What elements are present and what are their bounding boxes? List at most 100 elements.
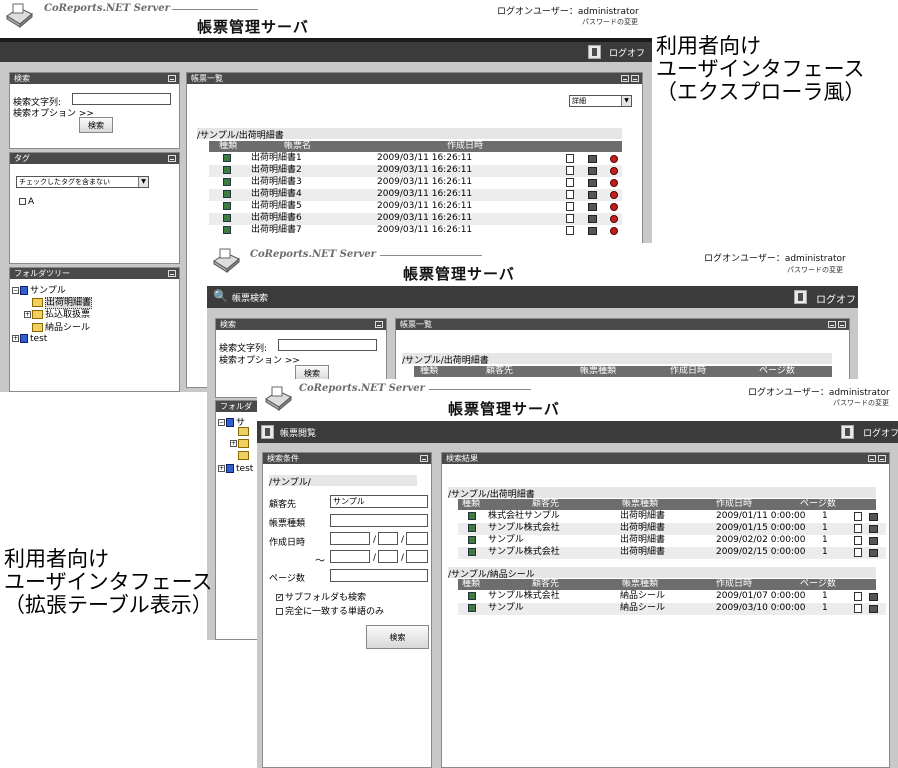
form-name[interactable]: 出荷明細書7 — [251, 225, 302, 236]
form-name[interactable]: 出荷明細書5 — [251, 201, 302, 212]
minimize-icon[interactable] — [168, 270, 176, 277]
tree-folder[interactable] — [238, 427, 251, 437]
view-icon[interactable] — [566, 178, 574, 187]
delete-icon[interactable] — [610, 203, 618, 211]
tree-item-test[interactable]: + test — [12, 334, 47, 344]
table-row[interactable]: サンプル 納品シール 2009/03/10 0:00:00 1 — [458, 603, 886, 615]
exact-match-checkbox[interactable]: 完全に一致する単語のみ — [276, 604, 384, 617]
tag-checkbox-a[interactable]: A — [19, 197, 34, 207]
delete-icon[interactable] — [610, 227, 618, 235]
table-row[interactable]: 出荷明細書6 2009/03/11 16:26:11 — [209, 213, 622, 225]
table-row[interactable]: 出荷明細書4 2009/03/11 16:26:11 — [209, 189, 622, 201]
view-icon[interactable] — [566, 154, 574, 163]
form-type-input[interactable] — [330, 514, 428, 527]
print-icon[interactable] — [588, 155, 597, 163]
table-row[interactable]: 出荷明細書3 2009/03/11 16:26:11 — [209, 177, 622, 189]
form-name[interactable]: 出荷明細書4 — [251, 189, 302, 200]
close-icon[interactable] — [838, 321, 846, 328]
print-icon[interactable] — [588, 215, 597, 223]
view-icon[interactable] — [566, 190, 574, 199]
customer-cell[interactable]: サンプル — [488, 535, 524, 546]
view-icon[interactable] — [566, 166, 574, 175]
password-change-link[interactable]: パスワードの変更 — [787, 265, 843, 275]
subfolder-checkbox[interactable]: ✓ サブフォルダも検索 — [276, 590, 366, 603]
table-row[interactable]: サンプル 出荷明細書 2009/02/02 0:00:00 1 — [458, 535, 886, 547]
tree-folder[interactable]: + — [230, 439, 251, 449]
tree-item-seal[interactable]: 納品シール — [32, 320, 90, 333]
customer-cell[interactable]: サンプル株式会社 — [488, 523, 560, 534]
customer-cell[interactable]: 株式会社サンプル — [488, 511, 560, 522]
collapse-icon[interactable]: − — [12, 287, 19, 294]
table-row[interactable]: サンプル株式会社 納品シール 2009/01/07 0:00:00 1 — [458, 591, 886, 603]
search-options-link[interactable]: 検索オプション >> — [219, 353, 300, 366]
print-icon[interactable] — [869, 605, 878, 613]
form-name[interactable]: 出荷明細書1 — [251, 153, 302, 164]
view-icon[interactable] — [854, 548, 862, 557]
customer-cell[interactable]: サンプル — [488, 603, 524, 614]
delete-icon[interactable] — [610, 179, 618, 187]
date-to-year[interactable] — [330, 550, 370, 563]
password-change-link[interactable]: パスワードの変更 — [833, 398, 889, 408]
print-icon[interactable] — [588, 203, 597, 211]
table-row[interactable]: 出荷明細書2 2009/03/11 16:26:11 — [209, 165, 622, 177]
tag-filter-select[interactable]: チェックしたタグを含まない ▼ — [16, 176, 149, 188]
collapse-icon[interactable]: − — [218, 419, 225, 426]
table-row[interactable]: 出荷明細書1 2009/03/11 16:26:11 — [209, 153, 622, 165]
customer-cell[interactable]: サンプル株式会社 — [488, 547, 560, 558]
print-icon[interactable] — [588, 179, 597, 187]
date-to-day[interactable] — [406, 550, 428, 563]
search-button[interactable]: 検索 — [79, 117, 113, 133]
logoff-link[interactable]: ログオフ — [816, 291, 856, 306]
minimize-icon[interactable] — [375, 321, 383, 328]
delete-icon[interactable] — [610, 167, 618, 175]
print-icon[interactable] — [869, 593, 878, 601]
customer-input[interactable]: サンプル — [330, 495, 428, 508]
logoff-icon[interactable] — [841, 425, 854, 439]
close-icon[interactable] — [631, 75, 639, 82]
view-icon[interactable] — [566, 214, 574, 223]
search-button[interactable]: 検索 — [366, 625, 429, 649]
customer-cell[interactable]: サンプル株式会社 — [488, 591, 560, 602]
pages-input[interactable] — [330, 569, 428, 582]
view-icon[interactable] — [566, 202, 574, 211]
minimize-icon[interactable] — [168, 75, 176, 82]
minimize-icon[interactable] — [420, 455, 428, 462]
restore-icon[interactable] — [868, 455, 876, 462]
table-row[interactable]: 株式会社サンプル 出荷明細書 2009/01/11 0:00:00 1 — [458, 511, 886, 523]
delete-icon[interactable] — [610, 215, 618, 223]
logoff-link[interactable]: ログオフ — [609, 46, 645, 59]
date-to-month[interactable] — [378, 550, 398, 563]
print-icon[interactable] — [588, 191, 597, 199]
view-icon[interactable] — [854, 592, 862, 601]
view-select[interactable]: 詳細 ▼ — [569, 95, 632, 107]
logoff-icon[interactable] — [588, 45, 601, 59]
date-from-day[interactable] — [406, 532, 428, 545]
date-from-year[interactable] — [330, 532, 370, 545]
print-icon[interactable] — [869, 525, 878, 533]
close-icon[interactable] — [878, 455, 886, 462]
restore-icon[interactable] — [621, 75, 629, 82]
view-icon[interactable] — [854, 536, 862, 545]
print-icon[interactable] — [869, 549, 878, 557]
view-icon[interactable] — [854, 512, 862, 521]
expand-icon[interactable]: + — [218, 465, 225, 472]
print-icon[interactable] — [869, 513, 878, 521]
logoff-link[interactable]: ログオフ — [863, 426, 898, 439]
tree-folder[interactable] — [238, 451, 251, 461]
print-icon[interactable] — [588, 227, 597, 235]
delete-icon[interactable] — [610, 191, 618, 199]
table-row[interactable]: サンプル株式会社 出荷明細書 2009/01/15 0:00:00 1 — [458, 523, 886, 535]
view-icon[interactable] — [566, 226, 574, 235]
search-input[interactable] — [72, 93, 171, 105]
form-name[interactable]: 出荷明細書3 — [251, 177, 302, 188]
expand-icon[interactable]: + — [12, 335, 19, 342]
table-row[interactable]: 出荷明細書5 2009/03/11 16:26:11 — [209, 201, 622, 213]
logoff-icon[interactable] — [794, 290, 807, 304]
view-icon[interactable] — [854, 524, 862, 533]
tree-item-payment[interactable]: + 払込取扱票 — [24, 307, 90, 320]
expand-icon[interactable]: + — [230, 440, 237, 447]
date-from-month[interactable] — [378, 532, 398, 545]
restore-icon[interactable] — [828, 321, 836, 328]
table-row[interactable]: サンプル株式会社 出荷明細書 2009/02/15 0:00:00 1 — [458, 547, 886, 559]
form-name[interactable]: 出荷明細書2 — [251, 165, 302, 176]
